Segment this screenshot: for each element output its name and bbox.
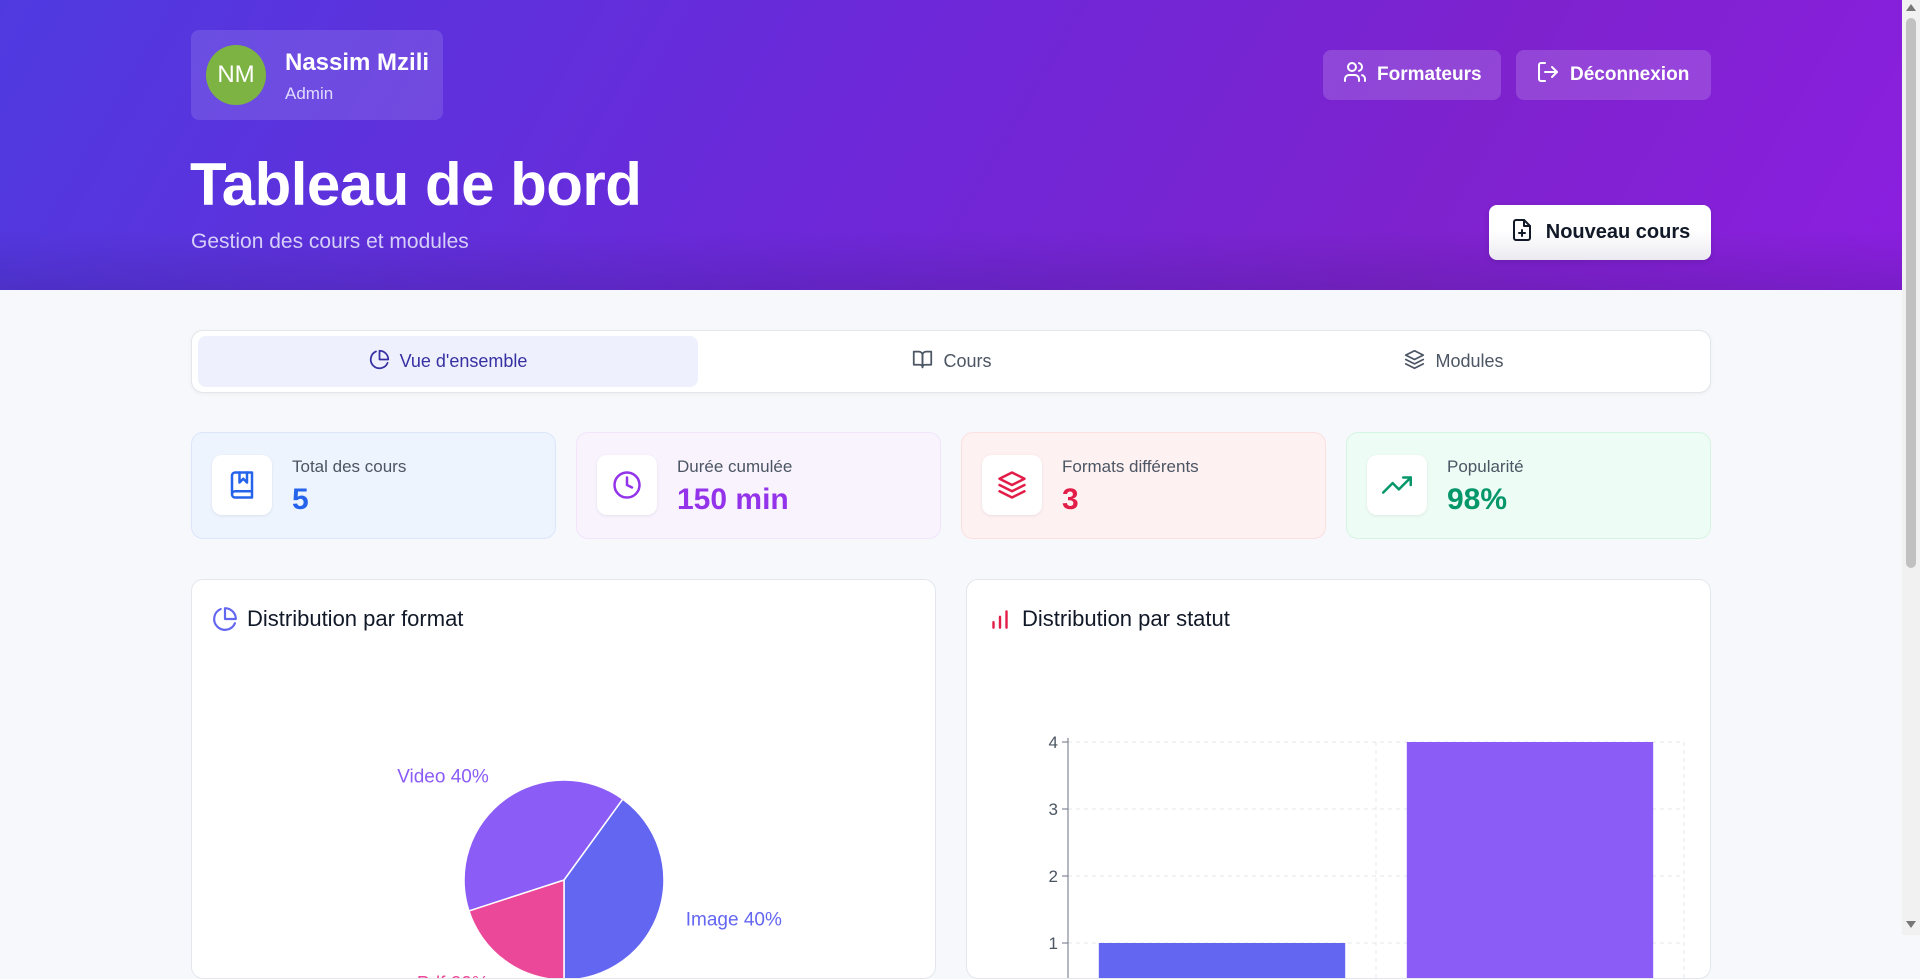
- status-bar[interactable]: [1406, 742, 1654, 978]
- bar-chart-icon: [987, 606, 1013, 632]
- user-name: Nassim Mzili: [285, 49, 430, 76]
- stat-total-courses: Total des cours 5: [191, 432, 556, 539]
- y-tick-label: 4: [1049, 733, 1058, 752]
- pie-chart-icon: [369, 349, 390, 375]
- scroll-up-arrow[interactable]: [1906, 4, 1916, 11]
- stat-value: 98%: [1447, 483, 1508, 516]
- status-panel-title: Distribution par statut: [1022, 606, 1230, 631]
- format-pie-chart: Image 40% Pdf 20% Video 40%: [397, 766, 782, 978]
- logout-icon: [1536, 60, 1560, 90]
- stat-label: Total des cours: [292, 457, 407, 476]
- scrollbar[interactable]: [1902, 0, 1920, 935]
- tab-modules[interactable]: Modules: [1204, 336, 1704, 387]
- y-tick-label: 2: [1049, 867, 1058, 886]
- tab-overview-label: Vue d'ensemble: [399, 351, 528, 371]
- status-bar[interactable]: [1098, 943, 1346, 978]
- bookmark-book-icon: [212, 455, 272, 515]
- trending-up-icon: [1367, 455, 1427, 515]
- stat-popularity: Popularité 98%: [1346, 432, 1711, 539]
- header-banner: NM Nassim Mzili Admin Formateurs Déconne…: [0, 0, 1902, 290]
- stat-label: Durée cumulée: [677, 457, 793, 476]
- stat-value: 150 min: [677, 483, 789, 516]
- pie-chart-icon: [212, 606, 238, 632]
- pie-label-pdf: Pdf 20%: [417, 974, 489, 978]
- layers-icon: [982, 455, 1042, 515]
- format-panel-title: Distribution par format: [247, 606, 464, 631]
- stat-label: Formats différents: [1062, 457, 1199, 476]
- new-course-label: Nouveau cours: [1545, 221, 1691, 243]
- y-tick-label: 3: [1049, 800, 1058, 819]
- formateurs-button[interactable]: Formateurs: [1323, 50, 1501, 100]
- stat-formats: Formats différents 3: [961, 432, 1326, 539]
- file-plus-icon: [1510, 218, 1534, 248]
- scroll-down-arrow[interactable]: [1906, 921, 1916, 928]
- new-course-button[interactable]: Nouveau cours: [1489, 205, 1711, 260]
- user-card: NM Nassim Mzili Admin: [191, 30, 443, 120]
- tab-modules-label: Modules: [1435, 351, 1504, 371]
- logout-button[interactable]: Déconnexion: [1516, 50, 1711, 100]
- status-bar-chart: 01234: [1049, 733, 1685, 978]
- user-role: Admin: [285, 84, 334, 103]
- pie-label-image: Image 40%: [686, 910, 782, 931]
- clock-icon: [597, 455, 657, 515]
- page-title: Tableau de bord: [190, 151, 642, 218]
- logout-label: Déconnexion: [1570, 64, 1690, 85]
- tab-courses[interactable]: Cours: [702, 336, 1202, 387]
- page-subtitle: Gestion des cours et modules: [191, 230, 469, 253]
- avatar: NM: [206, 45, 266, 105]
- tab-courses-label: Cours: [943, 351, 992, 371]
- tab-overview[interactable]: Vue d'ensemble: [198, 336, 698, 387]
- scrollbar-thumb[interactable]: [1906, 18, 1916, 568]
- stat-label: Popularité: [1447, 457, 1524, 476]
- stat-duration: Durée cumulée 150 min: [576, 432, 941, 539]
- users-icon: [1343, 60, 1367, 90]
- formateurs-label: Formateurs: [1377, 64, 1482, 85]
- tab-bar: Vue d'ensemble Cours Modules: [191, 330, 1711, 393]
- layers-icon: [1404, 349, 1425, 375]
- format-distribution-panel: Distribution par format Image 40% Pdf 20%…: [191, 579, 936, 979]
- book-open-icon: [912, 349, 933, 375]
- stat-value: 3: [1062, 483, 1079, 516]
- pie-label-video: Video 40%: [397, 766, 489, 787]
- stat-value: 5: [292, 483, 309, 516]
- y-tick-label: 1: [1049, 934, 1058, 953]
- status-distribution-panel: Distribution par statut 01234: [966, 579, 1711, 979]
